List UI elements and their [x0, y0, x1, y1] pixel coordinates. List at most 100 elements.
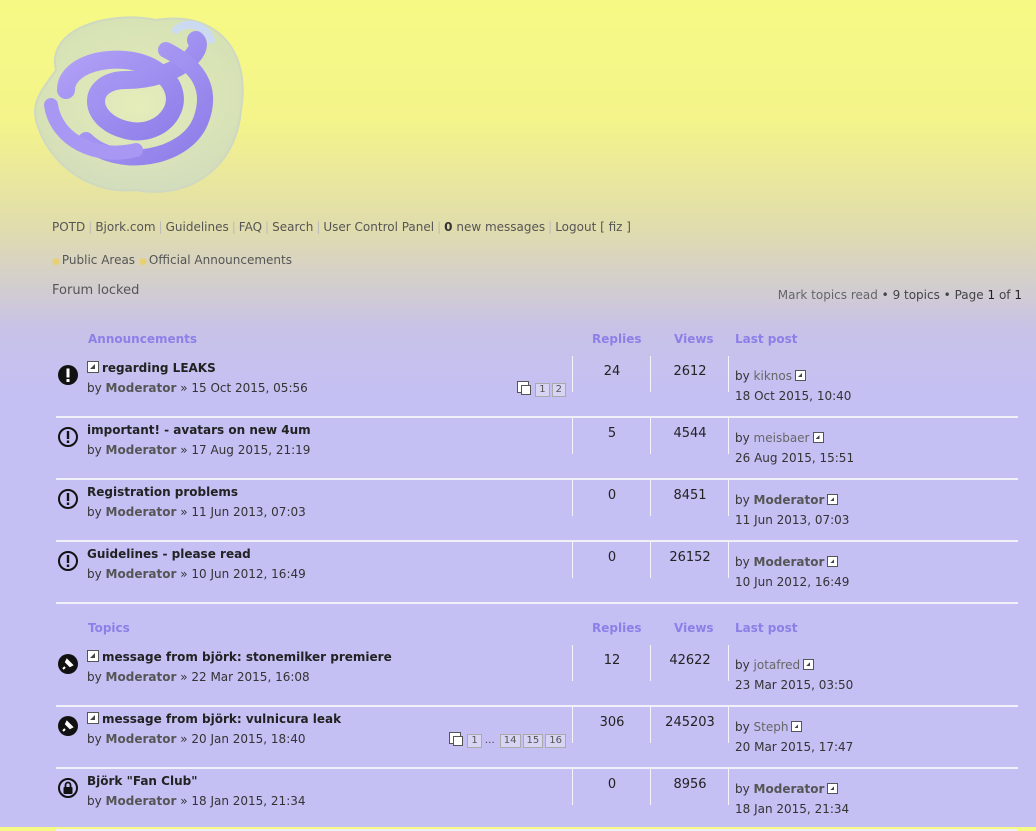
topic-author[interactable]: Moderator — [106, 732, 177, 746]
topic-pages: 1… 14 15 16 — [449, 732, 566, 748]
breadcrumb-bullet-icon: ● — [139, 257, 147, 267]
topic-row[interactable]: Björk "Fan Club" by Moderator » 18 Jan 2… — [56, 769, 1018, 831]
topic-row[interactable]: message from björk: vulnicura leak by Mo… — [56, 707, 1018, 769]
nav-potd[interactable]: POTD — [52, 220, 85, 234]
reply-count: 0 — [607, 777, 617, 792]
last-post-date: 11 Jun 2013, 07:03 — [735, 513, 850, 527]
topic-title[interactable]: Björk "Fan Club" — [87, 774, 197, 788]
view-count: 8956 — [673, 777, 707, 792]
site-logo[interactable] — [26, 10, 256, 200]
mark-topics-read-link[interactable]: Mark topics read — [778, 288, 878, 302]
reply-count: 12 — [603, 653, 621, 668]
topic-title[interactable]: message from björk: vulnicura leak — [102, 712, 341, 726]
view-latest-icon[interactable] — [794, 370, 806, 381]
nav-new-messages[interactable]: 0 new messages — [444, 220, 545, 234]
new-messages-count: 0 — [444, 220, 453, 234]
nav-search[interactable]: Search — [272, 220, 313, 234]
view-latest-icon[interactable] — [827, 556, 839, 567]
topic-title[interactable]: important! - avatars on new 4um — [87, 423, 311, 437]
topic-date: » 11 Jun 2013, 07:03 — [180, 505, 306, 519]
last-post-user[interactable]: meisbaer — [754, 431, 810, 445]
view-latest-icon[interactable] — [827, 783, 839, 794]
topic-page-link[interactable]: 2 — [551, 383, 566, 397]
current-page: 1 — [987, 288, 996, 302]
topic-row[interactable]: Guidelines - please read by Moderator » … — [56, 542, 1018, 604]
new-post-icon[interactable] — [87, 712, 99, 724]
breadcrumb-public-areas[interactable]: Public Areas — [62, 253, 135, 267]
view-latest-icon[interactable] — [812, 432, 824, 443]
topic-title[interactable]: Registration problems — [87, 485, 238, 499]
topic-page-link[interactable]: 14 — [499, 734, 521, 748]
nav-sep: | — [548, 220, 553, 234]
topic-date: » 20 Jan 2015, 18:40 — [180, 732, 306, 746]
multipage-icon — [449, 732, 464, 746]
topic-author[interactable]: Moderator — [106, 381, 177, 395]
by-label: by — [735, 493, 750, 507]
topic-author[interactable]: Moderator — [106, 505, 177, 519]
by-label: by — [735, 720, 750, 734]
last-post-user[interactable]: Steph — [754, 720, 789, 734]
new-post-icon[interactable] — [87, 361, 99, 373]
column-divider — [728, 769, 729, 805]
topic-author[interactable]: Moderator — [106, 670, 177, 684]
locked-icon — [58, 778, 78, 798]
last-post-user[interactable]: Moderator — [754, 493, 825, 507]
topic-title[interactable]: regarding LEAKS — [102, 361, 216, 375]
last-post-user[interactable]: Moderator — [754, 782, 825, 796]
total-pages: 1 — [1014, 288, 1022, 302]
topic-page-link[interactable]: 16 — [545, 734, 566, 748]
last-post-user[interactable]: jotafred — [754, 658, 801, 672]
topic-date: » 22 Mar 2015, 16:08 — [180, 670, 310, 684]
topic-author[interactable]: Moderator — [106, 443, 177, 457]
column-divider — [728, 645, 729, 681]
topic-row[interactable]: regarding LEAKS by Moderator » 15 Oct 20… — [56, 356, 1018, 418]
announcement-filled-icon — [58, 365, 78, 385]
breadcrumb-official-announcements[interactable]: Official Announcements — [149, 253, 292, 267]
topic-row[interactable]: important! - avatars on new 4um by Moder… — [56, 418, 1018, 480]
topic-pages: 12 — [517, 381, 566, 397]
page-ellipsis: … — [484, 735, 495, 746]
last-post-user[interactable]: kiknos — [754, 369, 792, 383]
topic-author[interactable]: Moderator — [106, 794, 177, 808]
topic-page-link[interactable]: 1 — [467, 734, 482, 748]
last-post-date: 20 Mar 2015, 17:47 — [735, 740, 854, 754]
topic-date: » 10 Jun 2012, 16:49 — [180, 567, 306, 581]
forum-locked-status: Forum locked — [52, 283, 140, 298]
topic-page-link[interactable]: 1 — [535, 383, 550, 397]
view-count: 4544 — [673, 426, 707, 441]
topic-row[interactable]: Registration problems by Moderator » 11 … — [56, 480, 1018, 542]
announcement-icon — [58, 489, 78, 509]
last-post: by kiknos 18 Oct 2015, 10:40 — [735, 366, 851, 406]
announcements-section: Announcements Replies Views Last post re… — [56, 330, 1018, 604]
nav-logout[interactable]: Logout [ fiz ] — [555, 220, 631, 234]
view-latest-icon[interactable] — [827, 494, 839, 505]
nav-user-control-panel[interactable]: User Control Panel — [323, 220, 434, 234]
topic-count: • 9 topics • — [881, 288, 951, 302]
topic-title[interactable]: Guidelines - please read — [87, 547, 251, 561]
topic-author[interactable]: Moderator — [106, 567, 177, 581]
topic-date: » 17 Aug 2015, 21:19 — [180, 443, 311, 457]
topic-page-link[interactable]: 15 — [522, 734, 544, 748]
topic-date: » 15 Oct 2015, 05:56 — [180, 381, 308, 395]
view-latest-icon[interactable] — [803, 659, 815, 670]
sticky-icon — [58, 716, 78, 736]
nav-bjork-com[interactable]: Bjork.com — [95, 220, 155, 234]
by-label: by — [735, 658, 750, 672]
view-latest-icon[interactable] — [791, 721, 803, 732]
last-post-column-header: Last post — [735, 332, 798, 346]
by-label: by — [87, 505, 102, 519]
nav-guidelines[interactable]: Guidelines — [166, 220, 229, 234]
topic-row[interactable]: message from björk: stonemilker premiere… — [56, 645, 1018, 707]
last-post-user[interactable]: Moderator — [754, 555, 825, 569]
nav-faq[interactable]: FAQ — [239, 220, 262, 234]
announcement-icon — [58, 427, 78, 447]
nav-sep: | — [265, 220, 270, 234]
views-column-header: Views — [674, 332, 714, 346]
topic-title[interactable]: message from björk: stonemilker premiere — [102, 650, 392, 664]
column-divider — [728, 707, 729, 743]
topics-heading: Topics — [88, 621, 130, 635]
replies-column-header: Replies — [592, 332, 642, 346]
reply-count: 5 — [607, 426, 617, 441]
new-post-icon[interactable] — [87, 650, 99, 662]
view-count: 2612 — [673, 364, 707, 379]
